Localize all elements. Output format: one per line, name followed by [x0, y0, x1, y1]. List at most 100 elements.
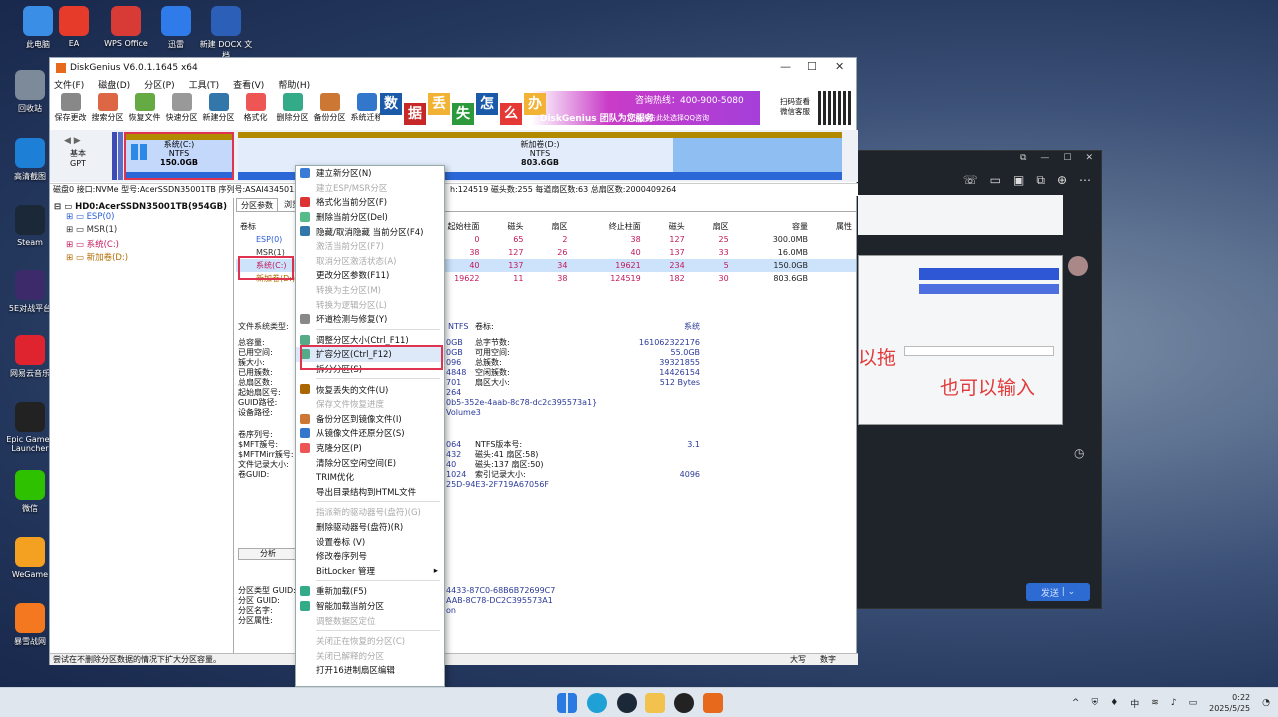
context-menu-item[interactable]: 清除分区空闲空间(E)	[296, 455, 444, 470]
volume-icon[interactable]: ♪	[1171, 698, 1177, 708]
folder-icon[interactable]	[645, 693, 665, 713]
tree-item[interactable]: ⊞ ▭ 系统(C:)	[54, 238, 229, 251]
context-menu-item[interactable]: 保存文件恢复进度	[296, 397, 444, 412]
history-icon[interactable]: ◷	[1074, 446, 1084, 460]
context-menu-item[interactable]: 更改分区参数(F11)	[296, 268, 444, 283]
context-menu-item[interactable]: 隐藏/取消隐藏 当前分区(F4)	[296, 224, 444, 239]
edge-icon[interactable]	[587, 693, 607, 713]
qq-icon[interactable]	[674, 693, 694, 713]
menu-item[interactable]: 帮助(H)	[278, 78, 310, 91]
context-menu-item[interactable]: 打开16进制扇区编辑	[296, 663, 444, 678]
minimize-button[interactable]: —	[780, 60, 791, 73]
toolbar-button[interactable]: 恢复文件	[126, 93, 163, 123]
context-menu-item[interactable]: 格式化当前分区(F)	[296, 195, 444, 210]
clock[interactable]: 0:22 2025/5/25	[1209, 692, 1250, 714]
notification-icon[interactable]: ◔	[1262, 698, 1270, 708]
context-menu-item[interactable]: TRIM优化	[296, 470, 444, 485]
diskgenius-icon[interactable]	[703, 693, 723, 713]
context-menu-item[interactable]: 建立新分区(N)	[296, 166, 444, 181]
toolbar-button[interactable]: 快速分区	[163, 93, 200, 123]
context-menu-item[interactable]: 智能加载当前分区	[296, 599, 444, 614]
ad-banner[interactable]: 数据丢失怎么办 咨询热线：400-900-5080 DiskGenius 团队为…	[380, 91, 760, 125]
context-menu-item[interactable]: 建立ESP/MSR分区	[296, 181, 444, 196]
tray-expand-icon[interactable]: ^	[1072, 698, 1080, 708]
col-header[interactable]: 扇区	[689, 220, 733, 233]
context-menu-item[interactable]: BitLocker 管理 ▸	[296, 563, 444, 578]
input-lang[interactable]: 中	[1130, 697, 1139, 710]
col-header[interactable]: 磁头	[645, 220, 689, 233]
context-menu-item[interactable]: 导出目录结构到HTML文件	[296, 484, 444, 499]
tree-root[interactable]: ⊟ ▭ HD0:AcerSSDN35001TB(954GB)	[54, 202, 229, 212]
menu-item[interactable]: 文件(F)	[54, 78, 84, 91]
nav-arrows-icon[interactable]: ◀ ▶	[64, 136, 81, 146]
toolbar-button[interactable]: 格式化	[237, 93, 274, 123]
context-menu-item[interactable]: 删除驱动器号(盘符)(R)	[296, 520, 444, 535]
context-menu-item[interactable]: 关闭正在恢复的分区(C)	[296, 634, 444, 649]
tab-partition-params[interactable]: 分区参数	[236, 198, 278, 211]
chat-image-1[interactable]	[858, 195, 1063, 235]
desktop-icon[interactable]: 迅雷	[148, 6, 204, 50]
context-menu-item[interactable]: 指派新的驱动器号(盘符)(G)	[296, 505, 444, 520]
tree-item[interactable]: ⊞ ▭ 新加卷(D:)	[54, 251, 229, 264]
more-icon[interactable]: ⋯	[1079, 173, 1091, 191]
battery-icon[interactable]: ▭	[1189, 698, 1198, 708]
mic-icon[interactable]: ♦	[1110, 698, 1118, 708]
col-header[interactable]: 扇区	[527, 220, 571, 233]
context-menu-item[interactable]: 重新加载(F5)	[296, 584, 444, 599]
toolbar-button[interactable]: 搜索分区	[89, 93, 126, 123]
window-icon[interactable]: ⧉	[1036, 173, 1045, 191]
context-menu-item[interactable]: 恢复丢失的文件(U)	[296, 382, 444, 397]
phone-icon[interactable]: ☏	[963, 173, 978, 191]
menu-item[interactable]: 查看(V)	[233, 78, 264, 91]
toolbar-button[interactable]: 新建分区	[200, 93, 237, 123]
context-menu-item[interactable]: 删除当前分区(Del)	[296, 210, 444, 225]
partition-c-block[interactable]: 系统(C:) NTFS 150.0GB	[124, 132, 234, 180]
close-button[interactable]: ✕	[835, 60, 844, 73]
analyze-button[interactable]: 分析	[238, 548, 298, 560]
context-menu-item[interactable]: 克隆分区(P)	[296, 441, 444, 456]
context-menu-item[interactable]: 关闭已解释的分区	[296, 648, 444, 663]
context-menu-item[interactable]: 备份分区到镜像文件(I)	[296, 412, 444, 427]
start-icon[interactable]	[557, 693, 577, 713]
col-header[interactable]: 终止柱面	[571, 220, 644, 233]
col-header[interactable]: 磁头	[484, 220, 528, 233]
context-menu-item[interactable]: 设置卷标 (V)	[296, 534, 444, 549]
col-header[interactable]: 容量	[733, 220, 812, 233]
maximize-icon[interactable]: ☐	[1063, 153, 1071, 165]
menu-item[interactable]: 磁盘(D)	[98, 78, 130, 91]
context-menu-item[interactable]: 调整数据区定位	[296, 613, 444, 628]
msr-part-block[interactable]	[118, 132, 123, 180]
maximize-button[interactable]: ☐	[807, 60, 817, 73]
context-menu-item[interactable]: 取消分区激活状态(A)	[296, 254, 444, 269]
send-options-icon[interactable]: ⌄	[1068, 587, 1076, 597]
video-icon[interactable]: ▭	[990, 173, 1001, 191]
desktop-icon[interactable]: EA	[46, 6, 102, 48]
send-button[interactable]: 发送 | ⌄	[1026, 583, 1090, 601]
context-menu-item[interactable]: 转换为逻辑分区(L)	[296, 297, 444, 312]
screen-share-icon[interactable]: ▣	[1013, 173, 1024, 191]
tree-item[interactable]: ⊞ ▭ ESP(0)	[54, 212, 229, 225]
context-menu-item[interactable]: 激活当前分区(F7)	[296, 239, 444, 254]
desktop-icon[interactable]: WPS Office	[98, 6, 154, 48]
menu-item[interactable]: 工具(T)	[189, 78, 220, 91]
avatar[interactable]	[1068, 256, 1088, 276]
security-icon[interactable]: ⛨	[1091, 698, 1098, 708]
minimize-icon[interactable]: —	[1040, 153, 1049, 165]
close-icon[interactable]: ✕	[1085, 153, 1093, 165]
menu-item[interactable]: 分区(P)	[144, 78, 174, 91]
steam-icon[interactable]	[617, 693, 637, 713]
context-menu-item[interactable]: 从镜像文件还原分区(S)	[296, 426, 444, 441]
desktop-icon[interactable]: 新建 DOCX 文档	[198, 6, 254, 61]
context-menu-item[interactable]: 坏道检测与修复(Y)	[296, 312, 444, 327]
tree-item[interactable]: ⊞ ▭ MSR(1)	[54, 225, 229, 238]
context-menu-item[interactable]: 修改卷序列号	[296, 549, 444, 564]
toolbar-button[interactable]: 删除分区	[274, 93, 311, 123]
add-icon[interactable]: ⊕	[1057, 173, 1067, 191]
col-header[interactable]: 属性	[812, 220, 856, 233]
pin-icon[interactable]: ⧉	[1020, 153, 1026, 165]
qr-code[interactable]	[818, 91, 852, 125]
esp-part-block[interactable]	[112, 132, 117, 180]
wifi-icon[interactable]: ≋	[1151, 698, 1159, 708]
toolbar-button[interactable]: 保存更改	[52, 93, 89, 123]
context-menu-item[interactable]: 转换为主分区(M)	[296, 283, 444, 298]
